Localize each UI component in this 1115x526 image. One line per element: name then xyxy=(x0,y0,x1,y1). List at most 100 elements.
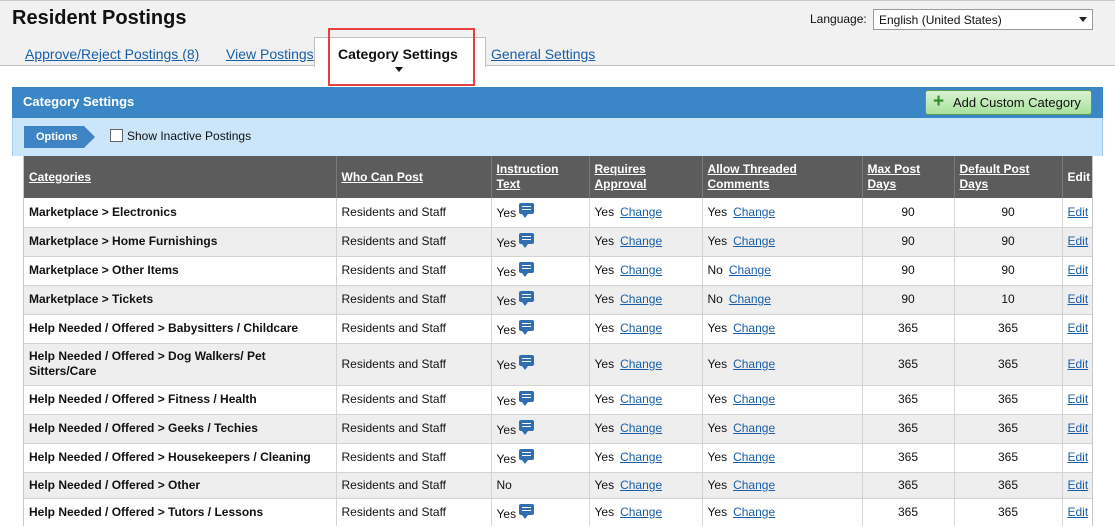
category-name: Help Needed / Offered > Babysitters / Ch… xyxy=(24,314,337,344)
threaded-comments-cell: Yes Change xyxy=(702,472,863,499)
requires-approval-value: Yes xyxy=(594,356,615,371)
requires-approval-value: Yes xyxy=(594,392,615,406)
max-post-days: 365 xyxy=(862,314,955,344)
speech-bubble-icon[interactable] xyxy=(519,203,535,219)
change-threaded-comments-link[interactable]: Change xyxy=(733,234,775,248)
max-post-days: 365 xyxy=(862,498,955,526)
edit-link[interactable]: Edit xyxy=(1068,205,1089,219)
tab-view-postings[interactable]: View Postings xyxy=(226,46,314,62)
category-name: Marketplace > Other Items xyxy=(24,256,337,286)
threaded-comments-cell: Yes Change xyxy=(702,498,863,526)
col-instruction-text[interactable]: Instruction Text xyxy=(491,156,590,198)
table-row: Help Needed / Offered > Geeks / Techies R… xyxy=(24,414,1092,444)
col-categories[interactable]: Categories xyxy=(24,156,337,198)
threaded-comments-value: Yes xyxy=(707,505,728,519)
category-name: Help Needed / Offered > Fitness / Health xyxy=(24,385,337,415)
col-max-post-days[interactable]: Max Post Days xyxy=(862,156,955,198)
change-threaded-comments-link[interactable]: Change xyxy=(733,392,775,406)
edit-link[interactable]: Edit xyxy=(1068,234,1089,248)
tab-approve-reject-postings[interactable]: Approve/Reject Postings (8) xyxy=(25,46,199,62)
max-post-days: 90 xyxy=(862,256,955,286)
highlight-box xyxy=(328,28,475,86)
speech-bubble-icon[interactable] xyxy=(519,319,535,335)
threaded-comments-value: Yes xyxy=(707,356,728,371)
col-requires-approval[interactable]: Requires Approval xyxy=(589,156,703,198)
categories-table-wrap: Categories Who Can Post Instruction Text… xyxy=(23,156,1093,526)
change-requires-approval-link[interactable]: Change xyxy=(620,292,662,306)
threaded-comments-value: No xyxy=(707,292,723,306)
category-name: Help Needed / Offered > Housekeepers / C… xyxy=(24,443,337,473)
change-threaded-comments-link[interactable]: Change xyxy=(733,478,775,492)
speech-bubble-icon[interactable] xyxy=(519,419,535,435)
speech-bubble-icon[interactable] xyxy=(519,355,535,370)
requires-approval-cell: Yes Change xyxy=(589,498,703,526)
col-who-can-post[interactable]: Who Can Post xyxy=(336,156,492,198)
speech-bubble-icon[interactable] xyxy=(519,390,535,406)
language-select-value: English (United States) xyxy=(879,13,1002,27)
instruction-value: Yes xyxy=(496,506,517,521)
change-requires-approval-link[interactable]: Change xyxy=(620,357,662,371)
change-requires-approval-link[interactable]: Change xyxy=(620,263,662,277)
edit-link[interactable]: Edit xyxy=(1068,421,1089,435)
edit-link[interactable]: Edit xyxy=(1068,478,1089,492)
change-requires-approval-link[interactable]: Change xyxy=(620,421,662,435)
change-threaded-comments-link[interactable]: Change xyxy=(733,205,775,219)
requires-approval-cell: Yes Change xyxy=(589,343,703,386)
who-can-post: Residents and Staff xyxy=(336,498,492,526)
instruction-text-cell: Yes xyxy=(491,285,590,315)
category-name: Help Needed / Offered > Tutors / Lessons xyxy=(24,498,337,526)
who-can-post: Residents and Staff xyxy=(336,227,492,257)
edit-cell: Edit xyxy=(1062,498,1092,526)
threaded-comments-value: Yes xyxy=(707,234,728,248)
show-inactive-checkbox[interactable] xyxy=(110,129,123,142)
change-threaded-comments-link[interactable]: Change xyxy=(729,263,771,277)
edit-link[interactable]: Edit xyxy=(1068,357,1089,371)
change-requires-approval-link[interactable]: Change xyxy=(620,234,662,248)
page-title: Resident Postings xyxy=(12,7,187,29)
edit-link[interactable]: Edit xyxy=(1068,321,1089,335)
change-requires-approval-link[interactable]: Change xyxy=(620,392,662,406)
category-name: Marketplace > Tickets xyxy=(24,285,337,315)
speech-bubble-icon[interactable] xyxy=(519,232,535,248)
edit-link[interactable]: Edit xyxy=(1068,505,1089,519)
change-threaded-comments-link[interactable]: Change xyxy=(733,450,775,464)
edit-link[interactable]: Edit xyxy=(1068,392,1089,406)
change-threaded-comments-link[interactable]: Change xyxy=(733,421,775,435)
edit-link[interactable]: Edit xyxy=(1068,450,1089,464)
edit-link[interactable]: Edit xyxy=(1068,263,1089,277)
threaded-comments-cell: Yes Change xyxy=(702,414,863,444)
threaded-comments-cell: Yes Change xyxy=(702,198,863,228)
change-requires-approval-link[interactable]: Change xyxy=(620,505,662,519)
threaded-comments-cell: No Change xyxy=(702,256,863,286)
speech-bubble-icon[interactable] xyxy=(519,290,535,306)
speech-bubble-icon[interactable] xyxy=(519,261,535,277)
change-requires-approval-link[interactable]: Change xyxy=(620,321,662,335)
max-post-days: 90 xyxy=(862,285,955,315)
change-requires-approval-link[interactable]: Change xyxy=(620,205,662,219)
tab-general-settings[interactable]: General Settings xyxy=(491,46,595,62)
options-button[interactable]: Options xyxy=(24,126,84,148)
change-threaded-comments-link[interactable]: Change xyxy=(729,292,771,306)
instruction-value: Yes xyxy=(496,322,517,337)
language-select[interactable]: English (United States) xyxy=(873,9,1093,30)
change-threaded-comments-link[interactable]: Change xyxy=(733,505,775,519)
col-allow-threaded-comments[interactable]: Allow Threaded Comments xyxy=(702,156,863,198)
edit-link[interactable]: Edit xyxy=(1068,292,1089,306)
speech-bubble-icon[interactable] xyxy=(519,448,535,464)
requires-approval-value: Yes xyxy=(594,505,615,519)
table-row: Help Needed / Offered > Fitness / Health… xyxy=(24,385,1092,415)
change-requires-approval-link[interactable]: Change xyxy=(620,478,662,492)
change-threaded-comments-link[interactable]: Change xyxy=(733,357,775,371)
threaded-comments-cell: No Change xyxy=(702,285,863,315)
col-default-post-days[interactable]: Default Post Days xyxy=(954,156,1063,198)
who-can-post: Residents and Staff xyxy=(336,385,492,415)
edit-cell: Edit xyxy=(1062,414,1092,444)
requires-approval-value: Yes xyxy=(594,234,615,248)
edit-cell: Edit xyxy=(1062,198,1092,228)
speech-bubble-icon[interactable] xyxy=(519,503,535,519)
add-custom-category-button[interactable]: + Add Custom Category xyxy=(925,90,1092,115)
max-post-days: 365 xyxy=(862,443,955,473)
requires-approval-value: Yes xyxy=(594,204,615,219)
change-requires-approval-link[interactable]: Change xyxy=(620,450,662,464)
change-threaded-comments-link[interactable]: Change xyxy=(733,321,775,335)
